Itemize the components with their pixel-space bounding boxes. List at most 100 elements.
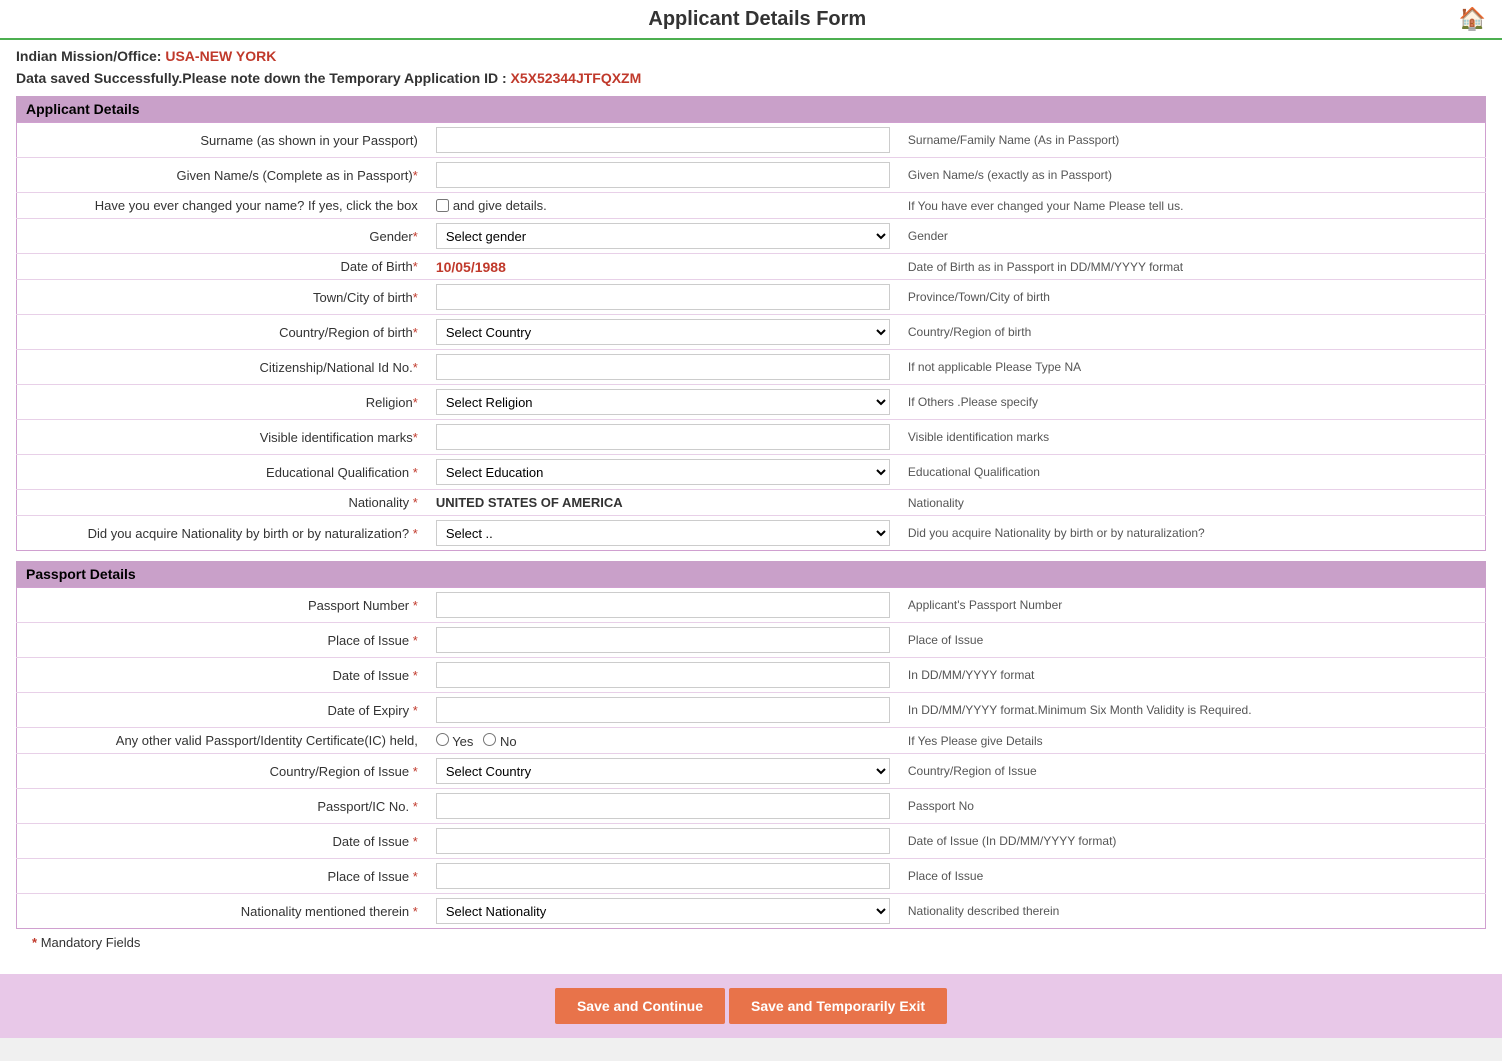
- givenname-input-cell: [428, 158, 898, 193]
- date-issue-ic-input-cell: [428, 824, 898, 859]
- mission-line: Indian Mission/Office: USA-NEW YORK: [16, 48, 1486, 64]
- save-continue-button[interactable]: Save and Continue: [555, 988, 725, 1024]
- gender-label: Gender*: [17, 219, 428, 254]
- towncity-input[interactable]: [436, 284, 890, 310]
- date-expiry-label: Date of Expiry *: [17, 693, 428, 728]
- content-area: Indian Mission/Office: USA-NEW YORK Data…: [0, 40, 1502, 964]
- citizenship-input-cell: [428, 350, 898, 385]
- acquire-nationality-input-cell: Select .. By Birth By Naturalization: [428, 516, 898, 551]
- religion-input-cell: Select Religion: [428, 385, 898, 420]
- givenname-input[interactable]: [436, 162, 890, 188]
- religion-help: If Others .Please specify: [898, 385, 1486, 420]
- namechange-checkbox-label: and give details.: [453, 198, 547, 213]
- place-issue-ic-input[interactable]: [436, 863, 890, 889]
- namechange-input-cell: and give details.: [428, 193, 898, 219]
- table-row: Passport/IC No. * Passport No: [17, 789, 1486, 824]
- towncity-input-cell: [428, 280, 898, 315]
- nationality-value-cell: UNITED STATES OF AMERICA: [428, 490, 898, 516]
- place-issue-ic-label: Place of Issue *: [17, 859, 428, 894]
- vis-marks-label: Visible identification marks*: [17, 420, 428, 455]
- table-row: Date of Expiry * In DD/MM/YYYY format.Mi…: [17, 693, 1486, 728]
- surname-input[interactable]: [436, 127, 890, 153]
- surname-help: Surname/Family Name (As in Passport): [898, 123, 1486, 158]
- acquire-nationality-select[interactable]: Select .. By Birth By Naturalization: [436, 520, 890, 546]
- home-icon[interactable]: 🏠: [1459, 6, 1486, 32]
- date-issue-label: Date of Issue *: [17, 658, 428, 693]
- nationality-therein-label: Nationality mentioned therein *: [17, 894, 428, 929]
- givenname-label: Given Name/s (Complete as in Passport)*: [17, 158, 428, 193]
- page-wrapper: Applicant Details Form 🏠 Indian Mission/…: [0, 0, 1502, 1038]
- towncity-label: Town/City of birth*: [17, 280, 428, 315]
- table-row: Visible identification marks* Visible id…: [17, 420, 1486, 455]
- vis-marks-input[interactable]: [436, 424, 890, 450]
- place-issue-label: Place of Issue *: [17, 623, 428, 658]
- date-issue-help: In DD/MM/YYYY format: [898, 658, 1486, 693]
- table-row: Passport Number * Applicant's Passport N…: [17, 588, 1486, 623]
- applicant-form-table: Surname (as shown in your Passport) Surn…: [16, 122, 1486, 551]
- dob-value: 10/05/1988: [436, 259, 506, 275]
- table-row: Date of Birth* 10/05/1988 Date of Birth …: [17, 254, 1486, 280]
- table-row: Surname (as shown in your Passport) Surn…: [17, 123, 1486, 158]
- table-row: Country/Region of birth* Select Country …: [17, 315, 1486, 350]
- dob-help: Date of Birth as in Passport in DD/MM/YY…: [898, 254, 1486, 280]
- education-select[interactable]: Select Education: [436, 459, 890, 485]
- no-radio[interactable]: [483, 733, 496, 746]
- date-issue-ic-label: Date of Issue *: [17, 824, 428, 859]
- table-row: Given Name/s (Complete as in Passport)* …: [17, 158, 1486, 193]
- table-row: Date of Issue * Date of Issue (In DD/MM/…: [17, 824, 1486, 859]
- givenname-help: Given Name/s (exactly as in Passport): [898, 158, 1486, 193]
- date-issue-ic-input[interactable]: [436, 828, 890, 854]
- mandatory-note: * Mandatory Fields: [16, 929, 1486, 956]
- other-passport-help: If Yes Please give Details: [898, 728, 1486, 754]
- applicant-section-header: Applicant Details: [16, 96, 1486, 122]
- passport-ic-input[interactable]: [436, 793, 890, 819]
- nationality-therein-select[interactable]: Select Nationality: [436, 898, 890, 924]
- namechange-checkbox[interactable]: [436, 199, 449, 212]
- yes-radio-label[interactable]: Yes: [436, 733, 474, 749]
- religion-label: Religion*: [17, 385, 428, 420]
- education-label: Educational Qualification *: [17, 455, 428, 490]
- success-text: Data saved Successfully.Please note down…: [16, 70, 507, 86]
- country-issue-label: Country/Region of Issue *: [17, 754, 428, 789]
- table-row: Gender* Select gender Male Female Other …: [17, 219, 1486, 254]
- mission-value: USA-NEW YORK: [165, 48, 276, 64]
- country-issue-help: Country/Region of Issue: [898, 754, 1486, 789]
- other-passport-input-cell: Yes No: [428, 728, 898, 754]
- date-expiry-input[interactable]: [436, 697, 890, 723]
- gender-select[interactable]: Select gender Male Female Other: [436, 223, 890, 249]
- country-birth-help: Country/Region of birth: [898, 315, 1486, 350]
- citizenship-input[interactable]: [436, 354, 890, 380]
- footer-bar: Save and Continue Save and Temporarily E…: [0, 974, 1502, 1038]
- country-birth-select[interactable]: Select Country: [436, 319, 890, 345]
- table-row: Educational Qualification * Select Educa…: [17, 455, 1486, 490]
- table-row: Date of Issue * In DD/MM/YYYY format: [17, 658, 1486, 693]
- top-bar: Applicant Details Form 🏠: [0, 0, 1502, 40]
- passport-number-help: Applicant's Passport Number: [898, 588, 1486, 623]
- nationality-therein-input-cell: Select Nationality: [428, 894, 898, 929]
- passport-form-table: Passport Number * Applicant's Passport N…: [16, 587, 1486, 929]
- citizenship-help: If not applicable Please Type NA: [898, 350, 1486, 385]
- surname-input-cell: [428, 123, 898, 158]
- no-radio-label[interactable]: No: [483, 733, 516, 749]
- citizenship-label: Citizenship/National Id No.*: [17, 350, 428, 385]
- table-row: Country/Region of Issue * Select Country…: [17, 754, 1486, 789]
- place-issue-input[interactable]: [436, 627, 890, 653]
- mission-label: Indian Mission/Office:: [16, 48, 161, 64]
- country-issue-select[interactable]: Select Country: [436, 758, 890, 784]
- save-exit-button[interactable]: Save and Temporarily Exit: [729, 988, 947, 1024]
- success-message: Data saved Successfully.Please note down…: [16, 70, 1486, 86]
- place-issue-ic-input-cell: [428, 859, 898, 894]
- mandatory-star: *: [32, 935, 37, 950]
- passport-ic-help: Passport No: [898, 789, 1486, 824]
- passport-ic-input-cell: [428, 789, 898, 824]
- surname-label: Surname (as shown in your Passport): [17, 123, 428, 158]
- date-issue-input[interactable]: [436, 662, 890, 688]
- date-issue-input-cell: [428, 658, 898, 693]
- passport-number-input-cell: [428, 588, 898, 623]
- gender-help: Gender: [898, 219, 1486, 254]
- dob-label: Date of Birth*: [17, 254, 428, 280]
- passport-number-input[interactable]: [436, 592, 890, 618]
- dob-value-cell: 10/05/1988: [428, 254, 898, 280]
- yes-radio[interactable]: [436, 733, 449, 746]
- religion-select[interactable]: Select Religion: [436, 389, 890, 415]
